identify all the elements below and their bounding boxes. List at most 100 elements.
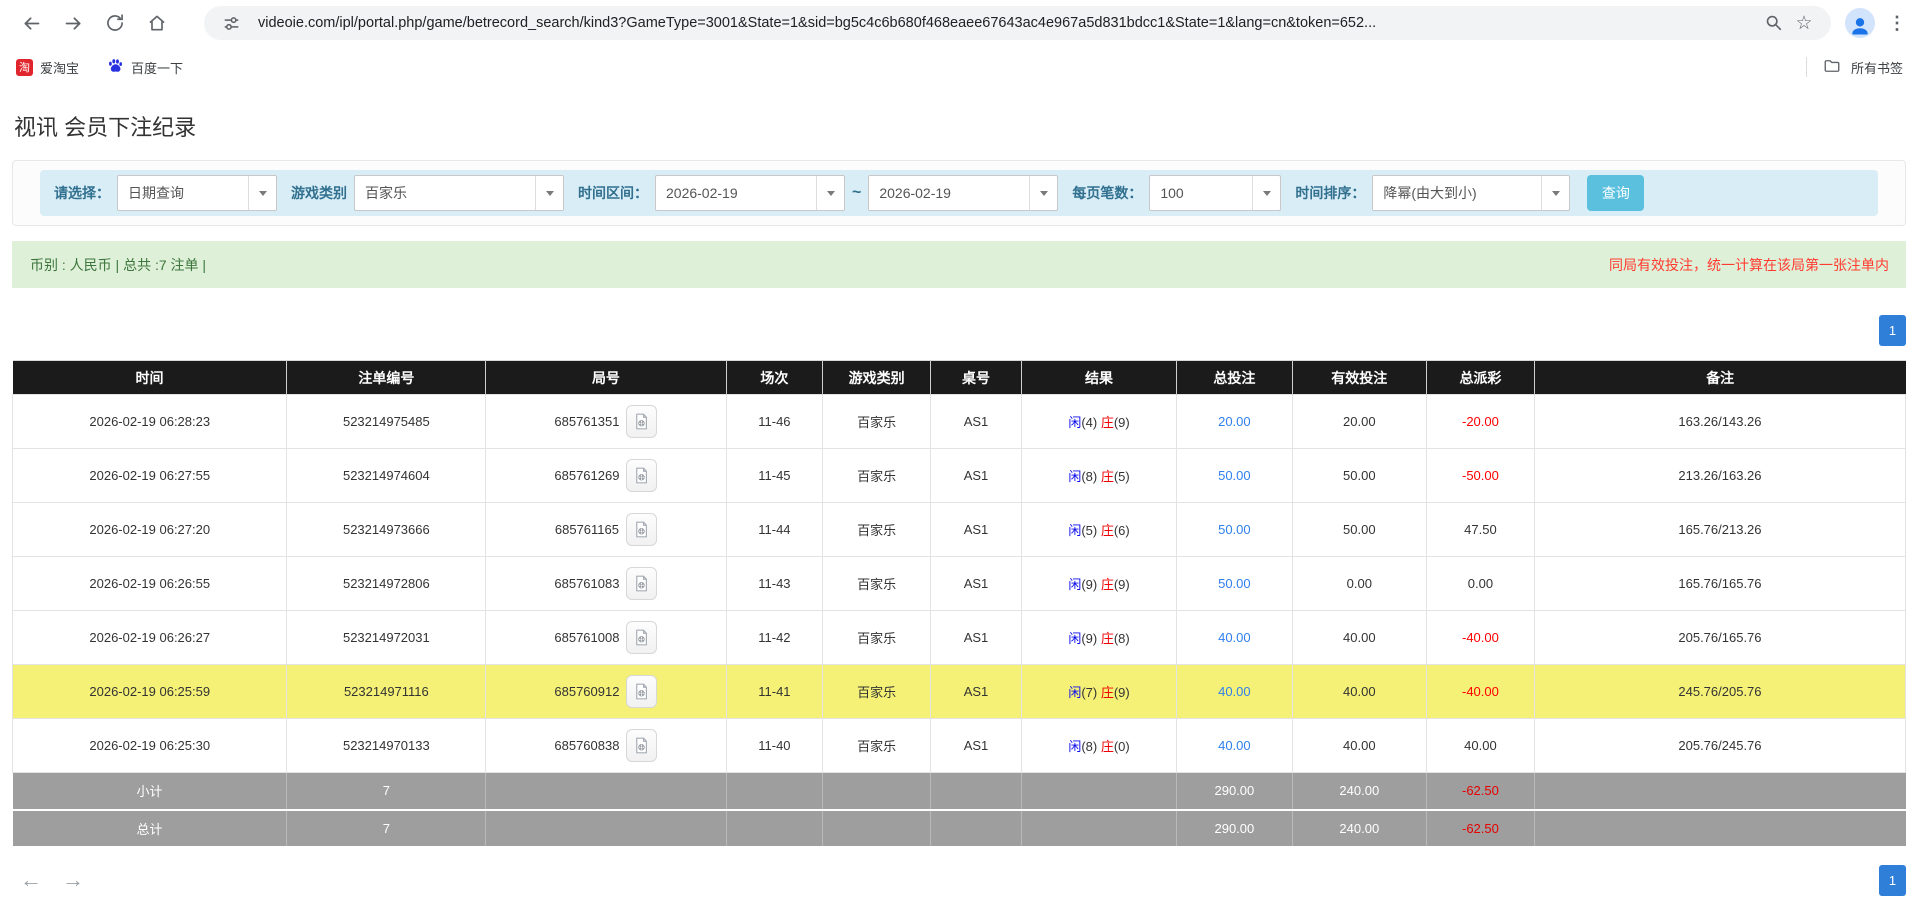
cell-session: 11-46 bbox=[726, 395, 823, 449]
chevron-down-icon[interactable] bbox=[816, 176, 844, 210]
cell-payout: -50.00 bbox=[1427, 449, 1535, 503]
page-number-button[interactable]: 1 bbox=[1879, 865, 1906, 896]
total-bet-link[interactable]: 50.00 bbox=[1218, 576, 1251, 591]
cell-note: 213.26/163.26 bbox=[1534, 449, 1905, 503]
summary-bar: 币别 : 人民币 | 总共 :7 注单 | 同局有效投注，统一计算在该局第一张注… bbox=[12, 241, 1906, 288]
banker-result: 庄 bbox=[1101, 631, 1114, 646]
chevron-down-icon[interactable] bbox=[1541, 176, 1569, 210]
round-cell: 685761269 bbox=[486, 459, 725, 492]
game-type-select[interactable]: 百家乐 bbox=[354, 175, 564, 211]
player-score: (5) bbox=[1081, 523, 1101, 538]
cell-valid-bet: 0.00 bbox=[1292, 557, 1426, 611]
video-record-button[interactable] bbox=[626, 621, 657, 654]
reload-icon[interactable] bbox=[94, 4, 136, 42]
cell-table-number: AS1 bbox=[931, 503, 1022, 557]
video-record-button[interactable] bbox=[626, 729, 657, 762]
date-from-select[interactable]: 2026-02-19 bbox=[655, 175, 845, 211]
bookmarks-bar: 淘 爱淘宝 百度一下 所有书签 bbox=[0, 46, 1919, 88]
cell-valid-bet: 20.00 bbox=[1292, 395, 1426, 449]
prev-page-icon[interactable]: ← bbox=[20, 867, 42, 893]
game-type-label: 游戏类别 bbox=[291, 183, 347, 203]
page-size-select[interactable]: 100 bbox=[1149, 175, 1281, 211]
cell-note: 165.76/213.26 bbox=[1534, 503, 1905, 557]
footer-count: 7 bbox=[287, 810, 486, 847]
address-bar[interactable]: videoie.com/ipl/portal.php/game/betrecor… bbox=[204, 6, 1831, 40]
round-cell: 685760912 bbox=[486, 675, 725, 708]
cell-total-bet: 50.00 bbox=[1177, 557, 1292, 611]
banker-result: 庄 bbox=[1101, 739, 1114, 754]
bookmark-taobao[interactable]: 淘 爱淘宝 bbox=[16, 58, 79, 77]
banker-score: (5) bbox=[1114, 469, 1130, 484]
column-header: 游戏类别 bbox=[823, 361, 931, 395]
table-row: 2026-02-19 06:26:27523214972031685761008… bbox=[13, 611, 1906, 665]
back-icon[interactable] bbox=[10, 4, 52, 42]
video-record-button[interactable] bbox=[626, 675, 657, 708]
chevron-down-icon[interactable] bbox=[535, 176, 563, 210]
all-bookmarks-label[interactable]: 所有书签 bbox=[1851, 58, 1903, 77]
video-record-button[interactable] bbox=[626, 459, 657, 492]
round-number-text: 685760912 bbox=[554, 684, 619, 699]
round-number-text: 685761165 bbox=[555, 522, 619, 537]
player-score: (8) bbox=[1081, 469, 1101, 484]
forward-icon[interactable] bbox=[52, 4, 94, 42]
payout-value: -40.00 bbox=[1462, 684, 1499, 699]
cell-bet-number: 523214972806 bbox=[287, 557, 486, 611]
round-number-text: 685761008 bbox=[554, 630, 619, 645]
page-number-button[interactable]: 1 bbox=[1879, 315, 1906, 346]
date-to-select[interactable]: 2026-02-19 bbox=[868, 175, 1058, 211]
total-bet-link[interactable]: 50.00 bbox=[1218, 522, 1251, 537]
notice-text: 同局有效投注，统一计算在该局第一张注单内 bbox=[1609, 255, 1889, 275]
url-text[interactable]: videoie.com/ipl/portal.php/game/betrecor… bbox=[258, 15, 1759, 31]
profile-avatar[interactable] bbox=[1845, 8, 1875, 38]
footer-total-bet: 290.00 bbox=[1177, 810, 1292, 847]
cell-time: 2026-02-19 06:25:30 bbox=[13, 719, 287, 773]
filter-panel: 请选择： 日期查询 游戏类别 百家乐 时间区间： 2026-02-19 ~ 20… bbox=[12, 160, 1906, 226]
payout-value: -40.00 bbox=[1462, 630, 1499, 645]
footer-empty bbox=[726, 773, 823, 810]
bookmark-baidu[interactable]: 百度一下 bbox=[107, 57, 183, 77]
cell-total-bet: 50.00 bbox=[1177, 449, 1292, 503]
banker-result: 庄 bbox=[1101, 415, 1114, 430]
footer-payout: -62.50 bbox=[1427, 810, 1535, 847]
column-header: 总派彩 bbox=[1427, 361, 1535, 395]
player-result: 闲 bbox=[1068, 577, 1081, 592]
column-header: 时间 bbox=[13, 361, 287, 395]
query-type-select[interactable]: 日期查询 bbox=[117, 175, 277, 211]
bookmark-star-icon[interactable]: ☆ bbox=[1789, 8, 1819, 38]
payout-value: 47.50 bbox=[1464, 522, 1497, 537]
chevron-down-icon[interactable] bbox=[248, 176, 276, 210]
site-settings-icon[interactable] bbox=[216, 8, 246, 38]
column-header: 备注 bbox=[1534, 361, 1905, 395]
video-record-button[interactable] bbox=[626, 567, 657, 600]
payout-value: 0.00 bbox=[1468, 576, 1493, 591]
chevron-down-icon[interactable] bbox=[1252, 176, 1280, 210]
search-button[interactable]: 查询 bbox=[1587, 175, 1644, 211]
cell-table-number: AS1 bbox=[931, 557, 1022, 611]
home-icon[interactable] bbox=[136, 4, 178, 42]
cell-game-type: 百家乐 bbox=[823, 503, 931, 557]
cell-game-type: 百家乐 bbox=[823, 665, 931, 719]
video-record-button[interactable] bbox=[626, 513, 657, 546]
browser-menu-icon[interactable]: ⋮ bbox=[1885, 13, 1909, 34]
next-page-icon[interactable]: → bbox=[62, 867, 84, 893]
player-score: (9) bbox=[1081, 631, 1101, 646]
pagination-top: 1 bbox=[12, 315, 1906, 346]
cell-time: 2026-02-19 06:25:59 bbox=[13, 665, 287, 719]
total-bet-link[interactable]: 20.00 bbox=[1218, 414, 1251, 429]
footer-count: 7 bbox=[287, 773, 486, 810]
footer-empty bbox=[726, 810, 823, 847]
banker-result: 庄 bbox=[1101, 685, 1114, 700]
date-to-value: 2026-02-19 bbox=[869, 176, 1029, 210]
footer-empty bbox=[931, 773, 1022, 810]
total-bet-link[interactable]: 50.00 bbox=[1218, 468, 1251, 483]
chevron-down-icon[interactable] bbox=[1029, 176, 1057, 210]
total-bet-link[interactable]: 40.00 bbox=[1218, 630, 1251, 645]
total-bet-link[interactable]: 40.00 bbox=[1218, 684, 1251, 699]
sort-select[interactable]: 降幂(由大到小) bbox=[1372, 175, 1570, 211]
tilde-separator: ~ bbox=[852, 184, 861, 202]
zoom-icon[interactable] bbox=[1759, 8, 1789, 38]
cell-payout: -40.00 bbox=[1427, 611, 1535, 665]
video-record-button[interactable] bbox=[626, 405, 657, 438]
total-bet-link[interactable]: 40.00 bbox=[1218, 738, 1251, 753]
cell-note: 205.76/245.76 bbox=[1534, 719, 1905, 773]
